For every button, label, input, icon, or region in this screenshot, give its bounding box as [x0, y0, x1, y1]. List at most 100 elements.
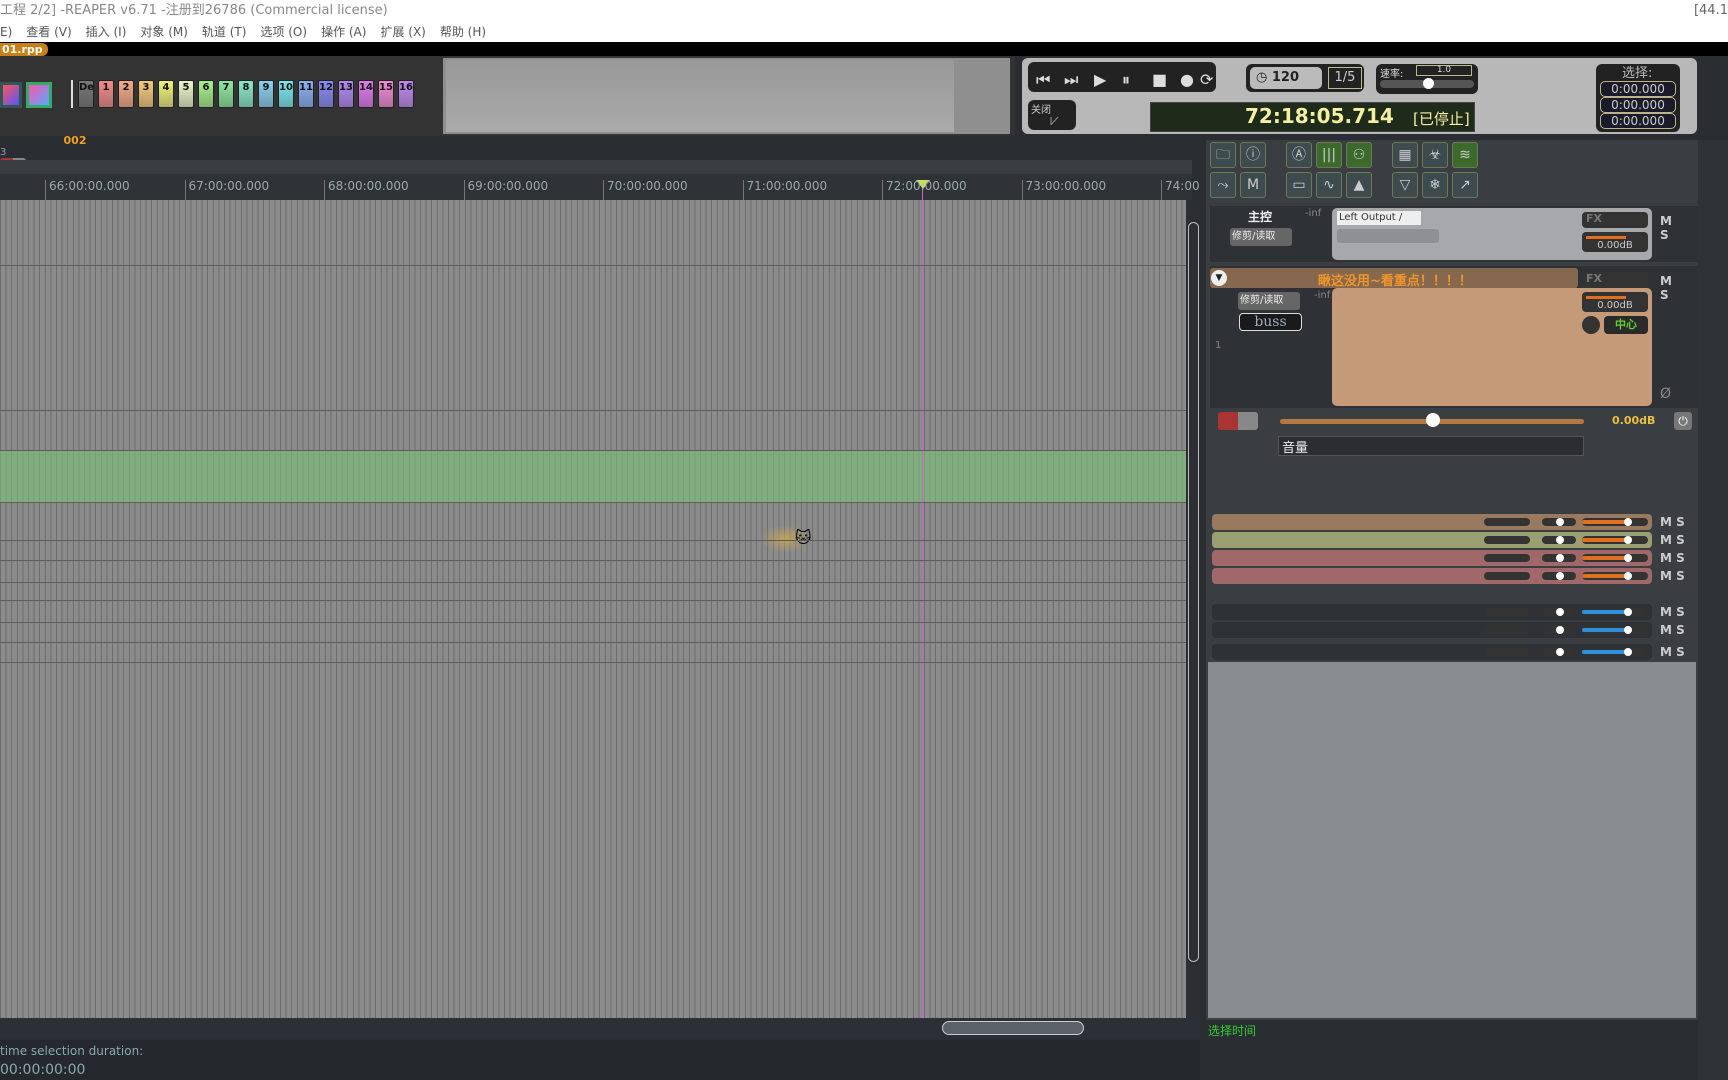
rate-slider[interactable] — [1380, 78, 1474, 89]
volume-fader-knob[interactable] — [1624, 536, 1632, 544]
marker-icon[interactable]: M — [1240, 172, 1266, 198]
volume-fader[interactable] — [1582, 648, 1648, 656]
rate-slider-knob[interactable] — [1423, 78, 1434, 89]
menu-item[interactable]: 轨道 (T) — [202, 25, 247, 39]
pan-slider[interactable] — [1484, 536, 1530, 544]
master-fx-slot[interactable] — [1337, 229, 1439, 243]
time-signature[interactable]: 1/5 — [1328, 67, 1362, 89]
pick-arrow-icon[interactable]: ↗ — [1452, 172, 1478, 198]
menu-item[interactable]: 查看 (V) — [26, 25, 71, 39]
color-button-8[interactable]: 8 — [238, 80, 254, 108]
menu-item[interactable]: 操作 (A) — [321, 25, 366, 39]
color-button-7[interactable]: 7 — [218, 80, 234, 108]
playhead[interactable] — [922, 180, 923, 1018]
selection-start[interactable]: 0:00.000 — [1600, 81, 1676, 97]
rate-value[interactable]: 1.0 — [1416, 65, 1472, 76]
width-slider[interactable] — [1542, 648, 1576, 656]
parameter-select[interactable]: 音量 — [1278, 436, 1584, 456]
folder-mute-solo[interactable]: MS — [1660, 274, 1672, 302]
mute-solo-buttons[interactable]: M S — [1660, 645, 1685, 659]
color-button-4[interactable]: 4 — [158, 80, 174, 108]
volume-fader[interactable] — [1582, 518, 1648, 526]
waves-icon[interactable]: ≋ — [1452, 142, 1478, 168]
volume-fader-knob[interactable] — [1624, 608, 1632, 616]
master-mute[interactable]: MS — [1660, 214, 1672, 242]
slider-knob[interactable] — [1556, 518, 1564, 526]
slider-knob[interactable] — [1556, 608, 1564, 616]
width-slider[interactable] — [1542, 554, 1576, 562]
selected-track-lane[interactable] — [0, 450, 1186, 502]
next-icon[interactable]: ⏭ — [1064, 70, 1078, 90]
color-gradient-icon[interactable] — [26, 82, 52, 108]
pan-slider[interactable] — [1484, 608, 1530, 616]
volume-fader-knob[interactable] — [1624, 572, 1632, 580]
color-button-5[interactable]: 5 — [178, 80, 194, 108]
width-slider[interactable] — [1542, 572, 1576, 580]
stretch-icon[interactable]: ⤳ — [1210, 172, 1236, 198]
pan-slider[interactable] — [1484, 648, 1530, 656]
volume-fader[interactable] — [1582, 536, 1648, 544]
color-button-14[interactable]: 14 — [358, 80, 374, 108]
anarchy-icon[interactable]: Ⓐ — [1286, 142, 1312, 168]
timeline-ruler[interactable] — [0, 160, 1192, 200]
eraser-icon[interactable]: ▲ — [1346, 172, 1372, 198]
pan-slider[interactable] — [1484, 554, 1530, 562]
color-button-De[interactable]: De — [78, 80, 94, 108]
ruler-icon[interactable]: ▭ — [1286, 172, 1312, 198]
color-button-2[interactable]: 2 — [118, 80, 134, 108]
volume-fader-knob[interactable] — [1624, 554, 1632, 562]
master-fx-button[interactable]: FX — [1582, 212, 1648, 228]
color-button-12[interactable]: 12 — [318, 80, 334, 108]
volume-fader[interactable] — [1582, 572, 1648, 580]
envelope-slider-knob[interactable] — [1426, 413, 1440, 427]
record-icon[interactable]: ● — [1180, 70, 1194, 89]
info-icon[interactable]: ⓘ — [1240, 142, 1266, 168]
master-volume[interactable]: 0.00dB — [1582, 232, 1648, 252]
volume-fader-knob[interactable] — [1624, 648, 1632, 656]
power-icon[interactable]: ⏻ — [1674, 412, 1692, 430]
volume-fader[interactable] — [1582, 554, 1648, 562]
routing-icon[interactable]: ⚇ — [1346, 142, 1372, 168]
master-volume-bar[interactable] — [1586, 236, 1626, 239]
menu-item[interactable]: E) — [0, 25, 12, 39]
color-button-10[interactable]: 10 — [278, 80, 294, 108]
slider-knob[interactable] — [1556, 554, 1564, 562]
master-automation-button[interactable]: 修剪/读取 — [1230, 228, 1292, 246]
mixer-icon[interactable]: ||| — [1316, 142, 1342, 168]
phase-icon[interactable]: Ø — [1660, 386, 1671, 402]
folder-volume[interactable]: 0.00dB — [1582, 292, 1648, 312]
menu-item[interactable]: 帮助 (H) — [440, 25, 486, 39]
slider-knob[interactable] — [1556, 572, 1564, 580]
pause-icon[interactable]: ⏸ — [1122, 70, 1130, 90]
new-folder-icon[interactable]: 🗀 — [1210, 142, 1236, 168]
width-slider[interactable] — [1542, 626, 1576, 634]
color-icon[interactable] — [0, 82, 22, 108]
repeat-icon[interactable]: ⟳ — [1200, 70, 1213, 89]
slider-knob[interactable] — [1556, 536, 1564, 544]
pan-slider[interactable] — [1484, 518, 1530, 526]
project-tab[interactable]: 01.rpp — [0, 43, 48, 56]
folder-automation-button[interactable]: 修剪/读取 — [1238, 292, 1300, 310]
mute-solo-buttons[interactable]: M S — [1660, 515, 1685, 529]
slider-knob[interactable] — [1556, 648, 1564, 656]
waveform-icon[interactable]: ∿ — [1316, 172, 1342, 198]
biohazard-icon[interactable]: ☣ — [1422, 142, 1448, 168]
volume-fader-knob[interactable] — [1624, 518, 1632, 526]
width-slider[interactable] — [1542, 608, 1576, 616]
color-button-16[interactable]: 16 — [398, 80, 414, 108]
color-button-15[interactable]: 15 — [378, 80, 394, 108]
collapse-icon[interactable]: ▼ — [1211, 270, 1227, 286]
color-button-9[interactable]: 9 — [258, 80, 274, 108]
folder-fx-button[interactable]: FX — [1582, 272, 1648, 288]
color-button-11[interactable]: 11 — [298, 80, 314, 108]
color-button-6[interactable]: 6 — [198, 80, 214, 108]
mute-solo-buttons[interactable]: M S — [1660, 605, 1685, 619]
master-output-button[interactable]: Left Output / Rig — [1337, 211, 1421, 225]
color-button-13[interactable]: 13 — [338, 80, 354, 108]
menu-item[interactable]: 插入 (I) — [86, 25, 127, 39]
tempo-button[interactable]: ◷ 120 — [1250, 67, 1322, 89]
pan-slider[interactable] — [1484, 572, 1530, 580]
mute-solo-buttons[interactable]: M S — [1660, 551, 1685, 565]
volume-fader[interactable] — [1582, 626, 1648, 634]
selection-length[interactable]: 0:00.000 — [1600, 113, 1676, 129]
